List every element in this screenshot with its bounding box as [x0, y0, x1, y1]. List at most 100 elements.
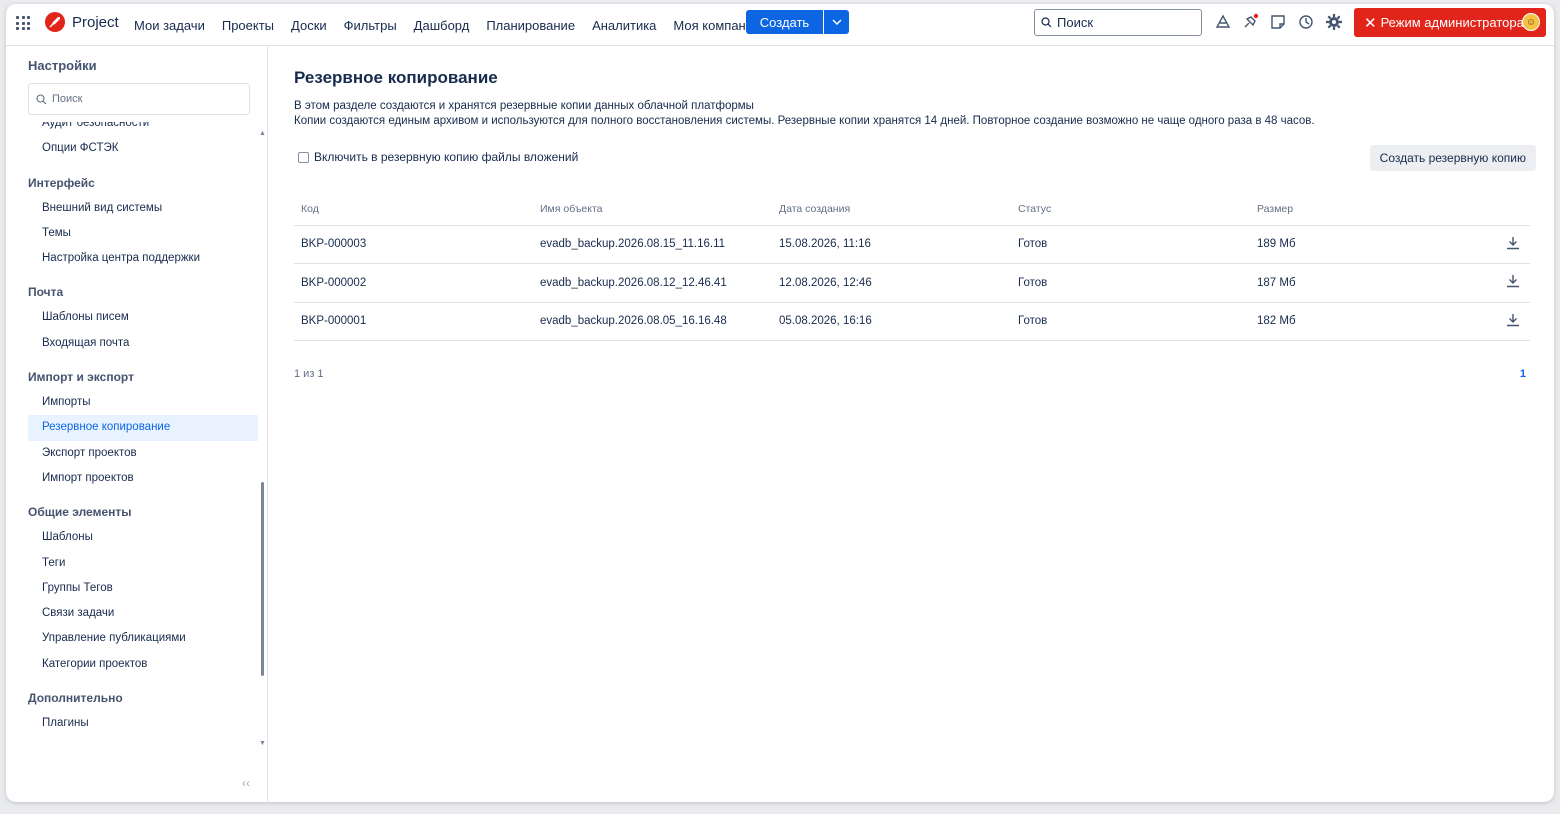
create-dropdown-button[interactable]: [824, 10, 849, 34]
description-line-2: Копии создаются единым архивом и использ…: [294, 115, 1315, 127]
global-search-input[interactable]: [1057, 15, 1197, 30]
main-content: Резервное копирование В этом разделе соз…: [294, 46, 1536, 802]
sidebar-item-mail-templates[interactable]: Шаблоны писем: [28, 305, 258, 330]
include-attachments-label[interactable]: Включить в резервную копию файлы вложени…: [314, 150, 578, 164]
sidebar-search-input[interactable]: [52, 93, 242, 105]
include-attachments-checkbox[interactable]: [298, 151, 309, 163]
column-header-status[interactable]: Статус: [1011, 193, 1250, 226]
sidebar-search: [28, 83, 250, 115]
sidebar-group-additional: Дополнительно: [28, 691, 123, 706]
pagination-page-1[interactable]: 1: [1520, 368, 1526, 380]
nav-filters[interactable]: Фильтры: [344, 18, 397, 33]
sidebar-item-incoming-mail[interactable]: Входящая почта: [28, 331, 258, 356]
cell-actions: [1450, 302, 1530, 341]
nav-projects[interactable]: Проекты: [222, 18, 274, 33]
sidebar-scrollbar[interactable]: [261, 482, 264, 676]
app-window: Project Мои задачи Проекты Доски Фильтры…: [6, 4, 1554, 802]
cell-code: BKP-000003: [294, 225, 533, 264]
create-button[interactable]: Создать: [746, 10, 823, 34]
nav-dashboard[interactable]: Дашборд: [414, 18, 470, 33]
nav-analytics[interactable]: Аналитика: [592, 18, 656, 33]
description-line-1: В этом разделе создаются и хранятся резе…: [294, 100, 754, 112]
backups-table: Код Имя объекта Дата создания Статус Раз…: [294, 193, 1530, 341]
sidebar-item-tag-groups[interactable]: Группы Тегов: [28, 576, 258, 601]
sidebar-item-task-links[interactable]: Связи задачи: [28, 601, 258, 626]
admin-mode-button[interactable]: ✕ Режим администратора ☺: [1354, 8, 1546, 37]
cell-code: BKP-000001: [294, 302, 533, 341]
admin-mode-label: Режим администратора: [1380, 15, 1524, 30]
pin-icon[interactable]: [1241, 13, 1259, 31]
cell-status: Готов: [1011, 225, 1250, 264]
avatar[interactable]: ☺: [1522, 13, 1540, 31]
column-header-size[interactable]: Размер: [1250, 193, 1450, 226]
cell-created-date: 12.08.2026, 12:46: [772, 263, 1011, 303]
sidebar-item-project-export[interactable]: Экспорт проектов: [28, 441, 258, 466]
column-header-created-date[interactable]: Дата создания: [772, 193, 1011, 226]
page-title: Резервное копирование: [294, 68, 498, 87]
top-navigation-bar: Project Мои задачи Проекты Доски Фильтры…: [6, 4, 1554, 46]
cell-actions: [1450, 263, 1530, 303]
sidebar-group-common: Общие элементы: [28, 505, 132, 520]
cell-created-date: 05.08.2026, 16:16: [772, 302, 1011, 341]
app-name[interactable]: Project: [72, 14, 119, 31]
pagination-info: 1 из 1: [294, 368, 324, 380]
scroll-down-arrow-icon[interactable]: ▼: [259, 740, 266, 747]
cell-status: Готов: [1011, 302, 1250, 341]
sidebar-item-security-audit[interactable]: Аудит безопасности: [28, 122, 258, 136]
scroll-up-arrow-icon[interactable]: ▲: [259, 130, 266, 137]
download-icon[interactable]: [1506, 313, 1520, 327]
nav-planning[interactable]: Планирование: [486, 18, 575, 33]
cell-object-name: evadb_backup.2026.08.05_16.16.48: [533, 302, 772, 341]
table-row: BKP-000001 evadb_backup.2026.08.05_16.16…: [294, 302, 1530, 341]
sidebar-item-themes[interactable]: Темы: [28, 221, 258, 246]
settings-sidebar: Настройки Аудит безопасности Опции ФСТЭК…: [6, 46, 268, 802]
apps-grid-icon[interactable]: [16, 16, 30, 30]
include-attachments-option[interactable]: Включить в резервную копию файлы вложени…: [298, 150, 578, 164]
table-header-row: Код Имя объекта Дата создания Статус Раз…: [294, 193, 1530, 226]
create-backup-button[interactable]: Создать резервную копию: [1369, 145, 1536, 171]
main-nav: Мои задачи Проекты Доски Фильтры Дашборд…: [134, 4, 777, 46]
cell-code: BKP-000002: [294, 263, 533, 303]
collapse-sidebar-button[interactable]: ‹‹: [242, 776, 250, 790]
global-search: [1034, 9, 1202, 36]
sidebar-item-project-categories[interactable]: Категории проектов: [28, 652, 258, 677]
sidebar-item-imports[interactable]: Импорты: [28, 390, 258, 415]
sidebar-group-interface: Интерфейс: [28, 175, 95, 190]
close-icon: ✕: [1364, 14, 1377, 32]
column-header-actions: [1450, 193, 1530, 226]
column-header-object-name[interactable]: Имя объекта: [533, 193, 772, 226]
sidebar-title: Настройки: [28, 58, 97, 73]
note-icon[interactable]: [1269, 13, 1287, 31]
cell-size: 187 Мб: [1250, 263, 1450, 303]
search-icon: [1041, 17, 1052, 28]
sidebar-item-publications[interactable]: Управление публикациями: [28, 626, 258, 651]
sidebar-item-templates[interactable]: Шаблоны: [28, 525, 258, 550]
sidebar-item-plugins[interactable]: Плагины: [28, 711, 258, 736]
download-icon[interactable]: [1506, 274, 1520, 288]
download-icon[interactable]: [1506, 236, 1520, 250]
chevron-down-icon: [831, 19, 842, 25]
rocket-logo-icon[interactable]: [45, 12, 65, 32]
cloud-icon[interactable]: [1214, 13, 1232, 31]
nav-my-tasks[interactable]: Мои задачи: [134, 18, 205, 33]
sidebar-item-appearance[interactable]: Внешний вид системы: [28, 196, 258, 221]
create-button-group: Создать: [746, 10, 849, 34]
cell-object-name: evadb_backup.2026.08.12_12.46.41: [533, 263, 772, 303]
sidebar-item-tags[interactable]: Теги: [28, 551, 258, 576]
cell-actions: [1450, 225, 1530, 264]
settings-gear-icon[interactable]: [1325, 13, 1343, 31]
history-icon[interactable]: [1297, 13, 1315, 31]
page-description: В этом разделе создаются и хранятся резе…: [294, 99, 1315, 129]
sidebar-item-project-import[interactable]: Импорт проектов: [28, 466, 258, 491]
sidebar-item-fstek-options[interactable]: Опции ФСТЭК: [28, 136, 258, 161]
sidebar-item-support-center[interactable]: Настройка центра поддержки: [28, 246, 258, 271]
cell-status: Готов: [1011, 263, 1250, 303]
sidebar-menu: Аудит безопасности Опции ФСТЭК Интерфейс…: [6, 122, 258, 770]
table-row: BKP-000002 evadb_backup.2026.08.12_12.46…: [294, 263, 1530, 303]
column-header-code[interactable]: Код: [294, 193, 533, 226]
cell-size: 189 Мб: [1250, 225, 1450, 264]
sidebar-item-backup[interactable]: Резервное копирование: [28, 415, 258, 441]
cell-size: 182 Мб: [1250, 302, 1450, 341]
sidebar-group-import-export: Импорт и экспорт: [28, 370, 134, 385]
nav-boards[interactable]: Доски: [291, 18, 327, 33]
